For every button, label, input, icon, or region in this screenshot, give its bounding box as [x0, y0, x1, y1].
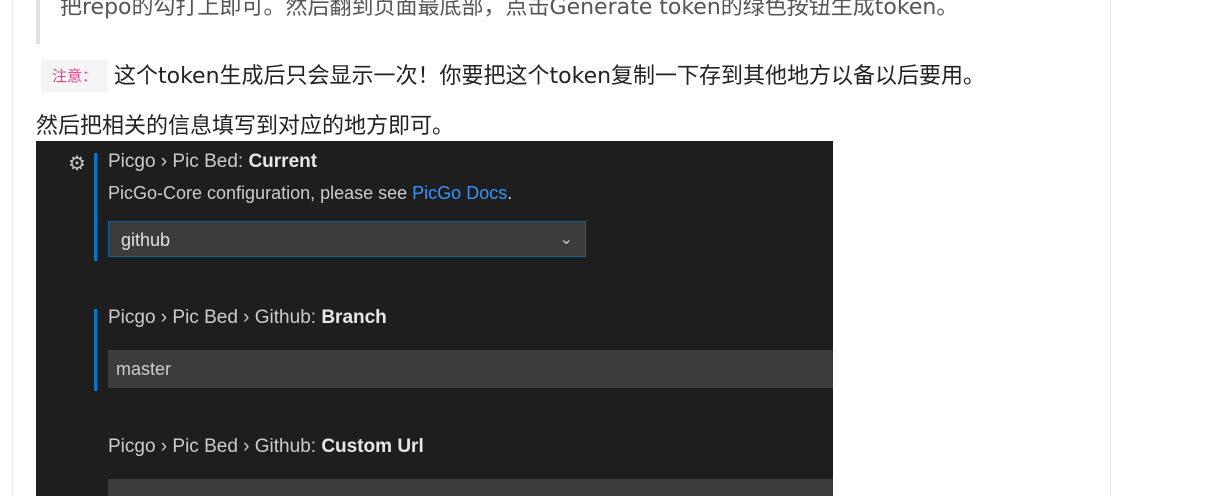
focus-indicator — [94, 153, 97, 261]
note-label: 注意： — [41, 60, 108, 92]
custom-url-input[interactable] — [108, 479, 833, 496]
blockquote-text: 把repo的勾打上即可。然后翻到页面最底部，点击Generate token的绿… — [60, 0, 959, 20]
branch-value: master — [116, 359, 172, 379]
settings-screenshot: ⚙ Picgo › Pic Bed: Current PicGo-Core co… — [36, 141, 833, 496]
setting-title-branch: Picgo › Pic Bed › Github: Branch — [108, 307, 387, 328]
modified-indicator — [94, 309, 97, 391]
chevron-down-icon: ⌄ — [559, 231, 573, 248]
picgo-docs-link[interactable]: PicGo Docs — [412, 183, 507, 203]
branch-input[interactable]: master — [108, 350, 833, 388]
setting-description: PicGo-Core configuration, please see Pic… — [108, 183, 513, 203]
setting-title-current: Picgo › Pic Bed: Current — [108, 151, 318, 172]
pic-bed-current-select[interactable]: github ⌄ — [108, 221, 586, 257]
setting-title-custom-url: Picgo › Pic Bed › Github: Custom Url — [108, 436, 424, 457]
note-text: 这个token生成后只会显示一次！你要把这个token复制一下存到其他地方以备以… — [114, 64, 986, 89]
blockquote: 把repo的勾打上即可。然后翻到页面最底部，点击Generate token的绿… — [36, 0, 1100, 44]
select-value: github — [121, 230, 171, 250]
gear-icon[interactable]: ⚙ — [66, 153, 88, 175]
paragraph: 然后把相关的信息填写到对应的地方即可。 — [36, 114, 455, 139]
